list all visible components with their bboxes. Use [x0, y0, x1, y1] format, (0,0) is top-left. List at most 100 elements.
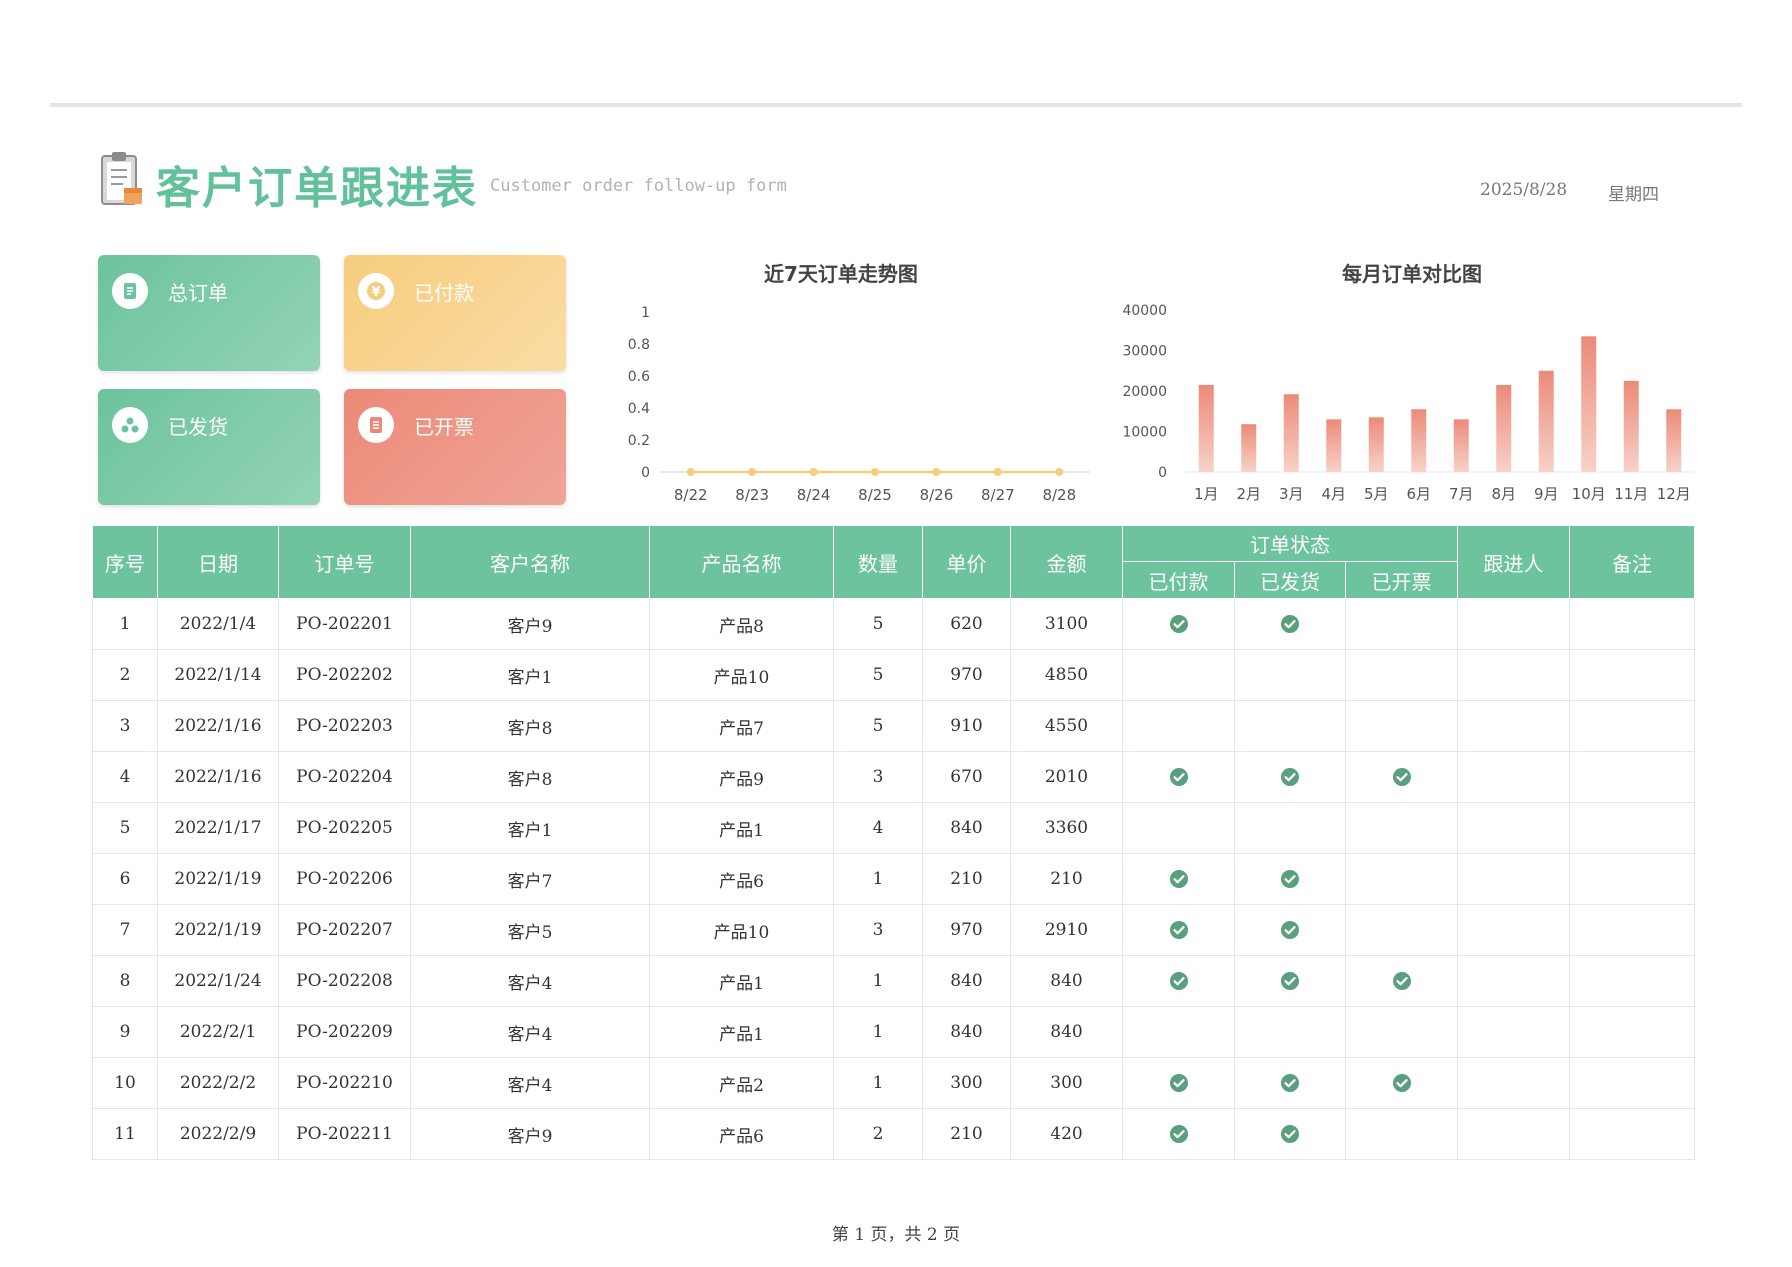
y-tick-label: 0 [1158, 465, 1167, 481]
cell-remark [1569, 649, 1695, 701]
check-circle-icon [1169, 768, 1188, 787]
cell-qty: 5 [833, 598, 923, 650]
cell-price: 970 [922, 649, 1011, 701]
cell-order-no: PO-202201 [278, 598, 411, 650]
cell-order-no: PO-202206 [278, 853, 411, 905]
table-row[interactable]: 6 2022/1/19 PO-202206 客户7 产品6 1 210 210 [92, 853, 1695, 905]
cell-follower [1457, 649, 1570, 701]
cell-follower [1457, 598, 1570, 650]
check-circle-icon [1281, 972, 1299, 991]
cell-remark [1569, 853, 1695, 905]
cell-seq: 3 [92, 700, 158, 752]
data-point [932, 468, 941, 476]
page-header: 客户订单跟进表 Customer order follow-up form 20… [98, 148, 1698, 218]
table-row[interactable]: 1 2022/1/4 PO-202201 客户9 产品8 5 620 3100 [92, 598, 1695, 650]
table-row[interactable]: 4 2022/1/16 PO-202204 客户8 产品9 3 670 2010 [92, 751, 1695, 803]
cell-amount: 840 [1010, 955, 1123, 1007]
cell-remark [1569, 1057, 1695, 1109]
x-tick-label: 8/26 [920, 486, 954, 504]
x-tick-label: 6月 [1406, 485, 1431, 503]
cell-shipped [1234, 700, 1346, 752]
y-tick-label: 10000 [1122, 425, 1167, 441]
x-tick-label: 11月 [1614, 485, 1648, 503]
cell-paid [1122, 1006, 1235, 1058]
cell-invoiced [1345, 1108, 1458, 1160]
orders-table: 序号 日期 订单号 客户名称 产品名称 数量 单价 金额 订单状态 跟进人 备注… [92, 525, 1695, 1160]
cell-order-no: PO-202211 [278, 1108, 411, 1160]
cell-remark [1569, 955, 1695, 1007]
y-tick-label: 1 [641, 305, 650, 321]
header-customer: 客户名称 [410, 525, 650, 599]
header-paid: 已付款 [1122, 561, 1235, 599]
cell-customer: 客户4 [410, 955, 650, 1007]
table-row[interactable]: 8 2022/1/24 PO-202208 客户4 产品1 1 840 840 [92, 955, 1695, 1007]
header-order-status: 订单状态 [1122, 525, 1458, 562]
bar [1581, 336, 1597, 472]
cell-price: 910 [922, 700, 1011, 752]
cell-shipped [1234, 751, 1346, 803]
header-order-no: 订单号 [278, 525, 411, 599]
page-subtitle: Customer order follow-up form [490, 176, 787, 196]
card-invoiced[interactable]: 已开票 [344, 389, 566, 505]
user-group-icon [112, 407, 148, 443]
cell-amount: 300 [1010, 1057, 1123, 1109]
cell-customer: 客户9 [410, 1108, 650, 1160]
card-total-orders[interactable]: 总订单 [98, 255, 320, 371]
y-tick-label: 20000 [1122, 384, 1167, 400]
x-tick-label: 4月 [1321, 485, 1346, 503]
y-tick-label: 0.6 [628, 369, 650, 385]
cell-follower [1457, 1006, 1570, 1058]
check-circle-icon [1169, 972, 1188, 991]
bar [1198, 384, 1214, 472]
cell-follower [1457, 1108, 1570, 1160]
document-icon [112, 273, 148, 309]
invoice-icon [358, 407, 394, 443]
cell-date: 2022/1/19 [157, 853, 279, 905]
card-shipped[interactable]: 已发货 [98, 389, 320, 505]
check-circle-icon [1392, 972, 1411, 991]
cell-remark [1569, 751, 1695, 803]
cell-shipped [1234, 955, 1346, 1007]
cell-customer: 客户8 [410, 700, 650, 752]
header-qty: 数量 [833, 525, 923, 599]
table-row[interactable]: 3 2022/1/16 PO-202203 客户8 产品7 5 910 4550 [92, 700, 1695, 752]
header-invoiced: 已开票 [1345, 561, 1458, 599]
cell-qty: 3 [833, 751, 923, 803]
table-row[interactable]: 5 2022/1/17 PO-202205 客户1 产品1 4 840 3360 [92, 802, 1695, 854]
cell-product: 产品1 [649, 1006, 834, 1058]
cell-product: 产品6 [649, 853, 834, 905]
cell-price: 970 [922, 904, 1011, 956]
cell-product: 产品1 [649, 802, 834, 854]
table-row[interactable]: 11 2022/2/9 PO-202211 客户9 产品6 2 210 420 [92, 1108, 1695, 1160]
table-row[interactable]: 9 2022/2/1 PO-202209 客户4 产品1 1 840 840 [92, 1006, 1695, 1058]
table-row[interactable]: 10 2022/2/2 PO-202210 客户4 产品2 1 300 300 [92, 1057, 1695, 1109]
cell-invoiced [1345, 700, 1458, 752]
table-row[interactable]: 7 2022/1/19 PO-202207 客户5 产品10 3 970 2910 [92, 904, 1695, 956]
cell-price: 210 [922, 1108, 1011, 1160]
check-circle-icon [1169, 615, 1188, 634]
cell-price: 620 [922, 598, 1011, 650]
table-row[interactable]: 2 2022/1/14 PO-202202 客户1 产品10 5 970 4850 [92, 649, 1695, 701]
check-circle-icon [1169, 870, 1188, 889]
bar [1368, 417, 1384, 472]
card-paid[interactable]: ¥ 已付款 [344, 255, 566, 371]
cell-customer: 客户7 [410, 853, 650, 905]
x-tick-label: 8/22 [674, 486, 708, 504]
bar-chart-title: 每月订单对比图 [1342, 262, 1482, 286]
cell-amount: 3360 [1010, 802, 1123, 854]
cell-remark [1569, 598, 1695, 650]
check-circle-icon [1169, 1125, 1188, 1144]
cell-remark [1569, 904, 1695, 956]
cell-amount: 2910 [1010, 904, 1123, 956]
cell-customer: 客户4 [410, 1006, 650, 1058]
x-tick-label: 2月 [1236, 485, 1261, 503]
x-tick-label: 8/25 [858, 486, 892, 504]
cell-invoiced [1345, 853, 1458, 905]
cell-customer: 客户1 [410, 802, 650, 854]
check-circle-icon [1169, 1074, 1188, 1093]
cell-remark [1569, 700, 1695, 752]
cell-price: 300 [922, 1057, 1011, 1109]
y-tick-label: 0.8 [628, 337, 650, 353]
cell-date: 2022/2/1 [157, 1006, 279, 1058]
check-circle-icon [1392, 768, 1411, 787]
